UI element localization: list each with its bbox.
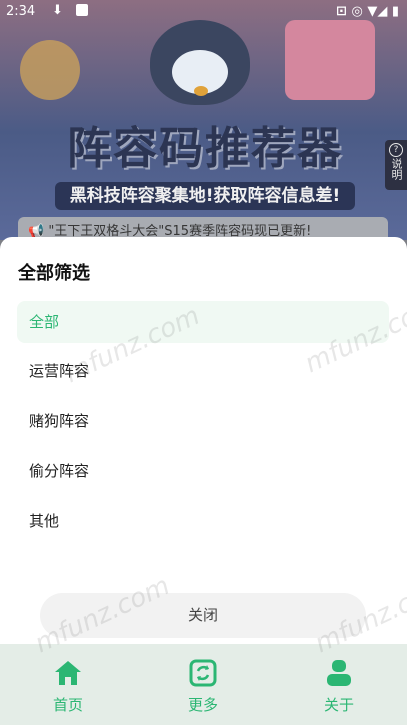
filter-option-other[interactable]: 其他 [17,500,389,542]
filter-option-operation[interactable]: 运营阵容 [17,350,389,392]
app-icon [76,4,88,16]
filter-option-gamble[interactable]: 赌狗阵容 [17,400,389,442]
tab-home[interactable]: 首页 [18,644,118,725]
status-indicators: ⊡ ◎ ▼◢ ▮ [336,4,399,19]
filter-option-sneak-points[interactable]: 偷分阵容 [17,450,389,492]
tab-more[interactable]: 更多 [153,644,253,725]
close-button[interactable]: 关闭 [40,593,366,638]
help-side-tab-label: 说明 [390,158,403,180]
banner-title: 阵容码推荐器 [67,123,343,174]
user-icon [327,660,351,686]
refresh-icon [189,659,217,687]
tab-about-label: 关于 [323,696,354,714]
home-icon [55,661,81,685]
status-bar: 2:34 ⬇ ⊡ ◎ ▼◢ ▮ [0,0,407,26]
help-side-tab[interactable]: ? 说明 [385,140,407,190]
hero-banner: 阵容码推荐器 黑科技阵容聚集地!获取阵容信息差! ? 说明 [0,0,407,240]
penguin-mascot-image [150,20,250,105]
status-time: 2:34 [6,4,36,19]
cake-image [285,20,375,100]
download-icon: ⬇ [52,3,63,18]
bottom-tab-bar: 首页 更多 关于 [0,644,407,725]
banner-subtitle: 黑科技阵容聚集地!获取阵容信息差! [55,182,355,210]
tab-about[interactable]: 关于 [289,644,389,725]
filter-option-all[interactable]: 全部 [17,301,389,343]
sheet-title: 全部筛选 [18,263,90,284]
banner-emblem [20,40,80,100]
help-icon: ? [389,143,403,157]
tab-more-label: 更多 [187,696,218,714]
tab-home-label: 首页 [52,696,83,714]
